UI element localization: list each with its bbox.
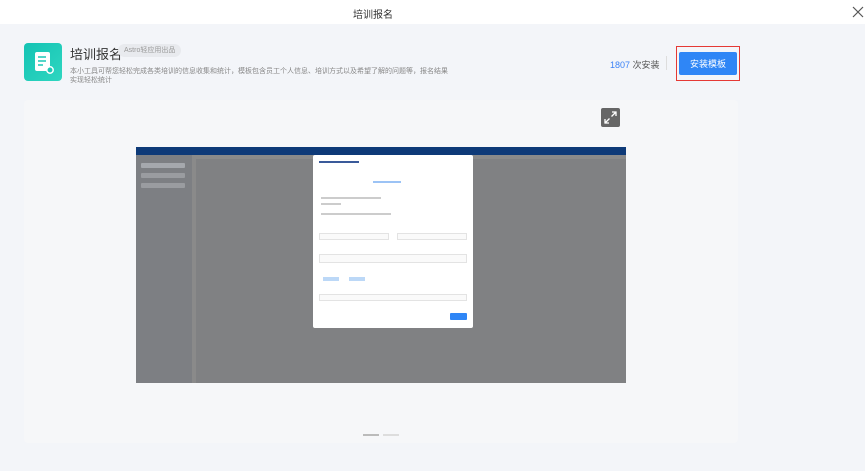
app-description: 本小工具可帮您轻松完成各类培训的信息收集和统计，模板包含员工个人信息、培训方式以… bbox=[70, 68, 448, 84]
template-preview-image bbox=[136, 147, 626, 383]
install-template-button[interactable]: 安装模板 bbox=[679, 52, 737, 75]
divider bbox=[666, 56, 667, 70]
dialog-title: 培训报名 bbox=[353, 10, 393, 21]
install-count: 1807 次安装 bbox=[610, 58, 660, 71]
fullscreen-icon[interactable] bbox=[601, 108, 620, 127]
install-count-number: 1807 bbox=[610, 60, 631, 70]
preview-form-dialog bbox=[313, 155, 473, 328]
close-icon[interactable] bbox=[851, 5, 865, 19]
carousel-indicator[interactable] bbox=[363, 434, 401, 436]
install-count-suffix: 次安装 bbox=[630, 60, 660, 70]
app-icon bbox=[24, 43, 62, 81]
app-title: 培训报名 bbox=[70, 47, 123, 62]
publisher-badge: Astro轻应用出品 bbox=[118, 44, 182, 57]
dialog-header: 培训报名 bbox=[0, 0, 865, 24]
